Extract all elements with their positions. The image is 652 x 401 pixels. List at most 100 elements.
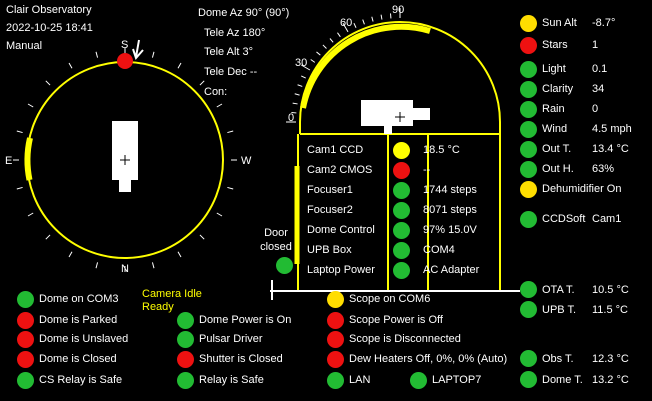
telescope-topview [112,121,138,180]
device-name: Dome Control [307,224,375,236]
temp-label: OTA T. [542,284,575,296]
weather-value: 63% [592,163,615,175]
weather-value: 1 [592,39,599,51]
weather-label: Light [542,63,566,75]
weather-status-dot [520,161,537,178]
weather-label: Dehumidifier On [542,183,622,195]
weather-status-dot [520,141,537,158]
weather-status-dot [520,61,537,78]
alt-label-60: 60 [340,17,352,29]
status-text: Scope on COM6 [349,293,431,305]
alt-label-90: 90 [392,4,404,16]
altitude-tick [297,84,303,87]
device-value: 8071 steps [423,204,477,216]
door-status-dot [276,257,293,274]
compass-tick [227,130,234,134]
status-dot [327,351,344,368]
altitude-tick [322,44,327,49]
compass-tick [177,62,182,69]
status-dot [177,312,194,329]
device-value: -- [423,164,431,176]
camera-ready: Ready [142,301,174,313]
temp-status-dot [520,301,537,318]
status-text: LAN [349,374,371,386]
device-status-dot [393,202,410,219]
temp-status-dot [520,350,537,367]
dome-compass: S N E W [5,39,252,275]
status-dot [17,291,34,308]
temp-label: Dome T. [542,374,583,386]
device-value: 18.5 °C [423,144,460,156]
dome-position-marker [117,53,133,69]
compass-tick [45,80,51,86]
weather-label: Sun Alt [542,17,577,29]
camera-status: Camera Idle [142,288,202,300]
status-text: Shutter is Closed [199,353,283,365]
status-text: Dome is Parked [39,314,118,326]
north-arrow-icon [132,39,144,60]
device-status-dot [393,222,410,239]
compass-e: E [5,155,12,167]
compass-tick [68,62,73,69]
weather-status-dot [520,15,537,32]
telescope-sideview [361,100,413,126]
weather-status-dot [520,37,537,54]
weather-status-dot [520,181,537,198]
altitude-tick [316,51,321,56]
temp-status-dot [520,281,537,298]
compass-tick [16,186,23,190]
altitude-tick [353,23,357,28]
weather-status-dot [520,121,537,138]
device-value: COM4 [423,244,455,256]
weather-label: Out T. [542,143,572,155]
device-name: UPB Box [307,244,352,256]
altitude-tick [380,14,383,20]
status-dot [17,372,34,389]
weather-label: CCDSoft [542,213,586,225]
compass-s: S [121,39,128,51]
device-name: Laptop Power [307,264,375,276]
altitude-tick [292,102,298,105]
device-status-dot [393,262,410,279]
altitude-tick [371,16,374,22]
compass-tick [177,251,182,258]
compass-tick [227,186,234,190]
weather-label: Out H. [542,163,574,175]
compass-tick [199,80,205,86]
temp-value: 10.5 °C [592,284,629,296]
device-status-dot [393,162,410,179]
status-text: Pulsar Driver [199,333,263,345]
temp-value: 11.5 °C [592,304,628,316]
weather-status-dot [520,81,537,98]
altitude-tick [337,32,341,38]
status-text: Dome Power is On [199,314,292,326]
weather-value: 0.1 [592,63,608,75]
compass-n: N [121,263,129,275]
device-value: 97% 15.0V [423,224,477,236]
status-text: Dew Heaters Off, 0%, 0% (Auto) [349,353,508,365]
status-dot [327,331,344,348]
weather-value: 13.4 °C [592,143,629,155]
telescope-topview-mount [119,180,131,192]
alt-label-30: 30 [295,57,307,69]
compass-tick [68,251,73,258]
temp-value: 12.3 °C [592,353,629,365]
status-dot [327,372,344,389]
status-text: Dome on COM3 [39,293,119,305]
weather-label: Clarity [542,83,574,95]
status-text: Relay is Safe [199,374,264,386]
weather-value: -8.7° [592,17,616,29]
alt-label-0: 0 [288,112,294,124]
compass-tick [95,262,99,269]
altitude-tick [329,38,334,43]
device-status-dot [393,242,410,259]
status-dot [177,351,194,368]
status-text: LAPTOP7 [432,374,482,386]
compass-tick [199,234,205,240]
weather-value: 0 [592,103,599,115]
weather-value: Cam1 [592,213,622,225]
compass-tick [27,212,34,217]
door-label: Door closed [260,227,292,253]
status-dot [17,351,34,368]
temp-status-dot [520,371,537,388]
